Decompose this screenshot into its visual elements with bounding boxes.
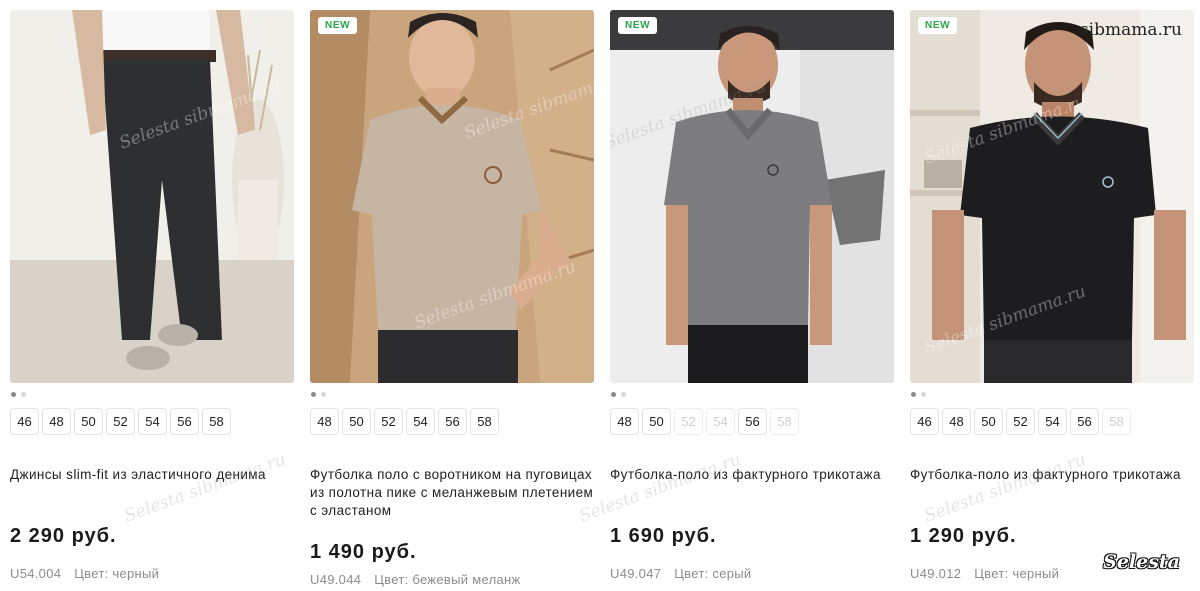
size-option-unavailable[interactable]: 52 [674, 408, 703, 435]
product-color: Цвет: черный [974, 566, 1060, 581]
size-option[interactable]: 50 [974, 408, 1003, 435]
product-card[interactable]: NEW Selesta sibmama.ru Selesta sibmama.r… [910, 10, 1194, 435]
size-option[interactable]: 56 [1070, 408, 1099, 435]
product-sku: U49.047 [610, 566, 662, 581]
size-option[interactable]: 46 [10, 408, 39, 435]
pagination-dot[interactable] [921, 391, 926, 397]
product-card[interactable]: NEW Selesta sibmama.ru 48 50 52 54 56 58 [610, 10, 894, 435]
product-image[interactable]: NEW Selesta sibmama.ru [610, 10, 894, 383]
product-card[interactable]: Selesta sibmama.ru 46 48 50 52 54 56 58 [10, 10, 294, 435]
watermark-text: Selesta sibmama.ru [121, 449, 289, 527]
product-meta: U49.047 Цвет: серый [610, 566, 751, 581]
size-option[interactable]: 58 [470, 408, 499, 435]
size-option[interactable]: 56 [170, 408, 199, 435]
size-selector: 48 50 52 54 56 58 [310, 408, 594, 435]
product-image[interactable]: NEW Selesta sibmama.ru Selesta sibmama.r… [310, 10, 594, 383]
size-option[interactable]: 48 [310, 408, 339, 435]
product-sku: U54.004 [10, 566, 62, 581]
size-option[interactable]: 54 [1038, 408, 1067, 435]
product-card[interactable]: NEW Selesta sibmama.ru Selesta sibmama.r… [310, 10, 594, 435]
size-option[interactable]: 48 [942, 408, 971, 435]
product-image[interactable]: NEW Selesta sibmama.ru Selesta sibmama.r… [910, 10, 1194, 383]
size-option[interactable]: 48 [610, 408, 639, 435]
product-price: 2 290 руб. [10, 525, 117, 547]
size-option[interactable]: 50 [342, 408, 371, 435]
pagination-dot[interactable] [621, 391, 626, 397]
product-color: Цвет: черный [74, 566, 160, 581]
product-color: Цвет: бежевый меланж [374, 572, 521, 587]
size-selector: 46 48 50 52 54 56 58 [910, 408, 1194, 435]
size-option-unavailable[interactable]: 58 [770, 408, 799, 435]
product-title[interactable]: Футболка-поло из фактурного трикотажа [610, 466, 894, 484]
size-option[interactable]: 56 [738, 408, 767, 435]
product-title[interactable]: Футболка поло с воротником на пуговицах … [310, 466, 594, 520]
watermark-text: Selesta sibmama.ru [576, 449, 744, 527]
product-meta: U49.044 Цвет: бежевый меланж [310, 572, 520, 587]
product-meta: U54.004 Цвет: черный [10, 566, 159, 581]
size-option[interactable]: 58 [202, 408, 231, 435]
product-price: 1 690 руб. [610, 525, 717, 547]
size-option[interactable]: 54 [138, 408, 167, 435]
size-selector: 46 48 50 52 54 56 58 [10, 408, 294, 435]
product-title[interactable]: Футболка-поло из фактурного трикотажа [910, 466, 1194, 484]
size-option[interactable]: 54 [406, 408, 435, 435]
product-title[interactable]: Джинсы slim-fit из эластичного денима [10, 466, 294, 484]
pagination-dot[interactable] [321, 391, 326, 397]
pagination-dot[interactable] [911, 391, 916, 397]
size-option[interactable]: 56 [438, 408, 467, 435]
brand-watermark: Selesta [1103, 551, 1180, 573]
size-option[interactable]: 50 [74, 408, 103, 435]
product-image[interactable]: Selesta sibmama.ru [10, 10, 294, 383]
size-option[interactable]: 50 [642, 408, 671, 435]
image-pagination[interactable] [310, 383, 594, 405]
product-sku: U49.044 [310, 572, 362, 587]
product-price: 1 490 руб. [310, 541, 417, 563]
pagination-dot[interactable] [21, 391, 26, 397]
pagination-dot[interactable] [611, 391, 616, 397]
pagination-dot[interactable] [311, 391, 316, 397]
pagination-dot[interactable] [11, 391, 16, 397]
size-option[interactable]: 52 [1006, 408, 1035, 435]
size-option[interactable]: 46 [910, 408, 939, 435]
product-price: 1 290 руб. [910, 525, 1017, 547]
size-option-unavailable[interactable]: 58 [1102, 408, 1131, 435]
size-option[interactable]: 52 [374, 408, 403, 435]
image-pagination[interactable] [910, 383, 1194, 405]
product-sku: U49.012 [910, 566, 962, 581]
watermark-text: Selesta sibmama.ru [921, 449, 1089, 527]
image-pagination[interactable] [10, 383, 294, 405]
size-option-unavailable[interactable]: 54 [706, 408, 735, 435]
size-selector: 48 50 52 54 56 58 [610, 408, 894, 435]
new-badge: NEW [618, 17, 658, 34]
size-option[interactable]: 52 [106, 408, 135, 435]
size-option[interactable]: 48 [42, 408, 71, 435]
new-badge: NEW [918, 17, 958, 34]
product-color: Цвет: серый [674, 566, 752, 581]
new-badge: NEW [318, 17, 358, 34]
product-meta: U49.012 Цвет: черный [910, 566, 1059, 581]
image-pagination[interactable] [610, 383, 894, 405]
